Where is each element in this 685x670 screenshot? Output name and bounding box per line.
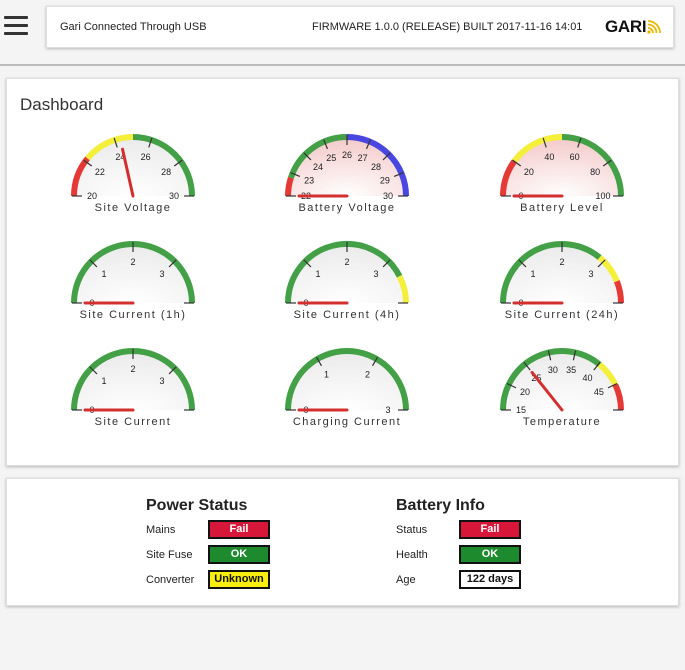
gauge-tick-label: 60	[570, 152, 580, 162]
battery-status-label: Status	[396, 524, 428, 536]
gauge-tick-label: 1	[324, 369, 329, 379]
gauge-tick-label: 30	[548, 365, 558, 375]
gauge-label: Temperature	[522, 416, 602, 428]
gauge-tick-label: 80	[590, 167, 600, 177]
gauge-tick-label: 26	[141, 152, 151, 162]
gauge-label: Battery Level	[520, 202, 604, 214]
gauge-tick-label: 27	[358, 153, 368, 163]
gauge-site-current: 0123 Site Current	[58, 338, 208, 433]
gauge-charging-current: 0123 Charging Current	[272, 338, 422, 433]
gauge-label: Battery Voltage	[298, 202, 396, 214]
gauge-tick-label: 1	[102, 269, 107, 279]
gauge-tick-label: 20	[87, 191, 97, 201]
gauge-dial: 0123	[500, 241, 624, 308]
dashboard-title: Dashboard	[20, 95, 104, 114]
gauge-label: Site Current (24h)	[504, 309, 620, 321]
gauge-dial: 020406080100	[500, 134, 624, 201]
gauge-dial: 202224 262830	[71, 134, 195, 201]
gauge-site-current-1h: 0123 Site Current (1h)	[58, 231, 208, 326]
battery-age-label: Age	[396, 574, 416, 586]
gauge-face	[285, 348, 409, 410]
gauge-tick-label: 35	[566, 365, 576, 375]
gauge-tick-label: 100	[595, 191, 610, 201]
gauge-label: Site Current (1h)	[79, 309, 187, 321]
mains-label: Mains	[146, 524, 176, 536]
gauge-tick-label: 22	[95, 167, 105, 177]
gauge-tick-label: 26	[342, 150, 352, 160]
gauge-dial: 0123	[285, 348, 409, 415]
gauge-tick-label: 23	[304, 175, 314, 185]
wireless-signal-icon	[647, 20, 662, 34]
gauge-tick-label: 15	[516, 405, 526, 415]
dashboard-panel: Dashboard 202224262830 Site Voltage 2223…	[6, 78, 679, 466]
gauge-site-current-4h: 0123 Site Current (4h)	[272, 231, 422, 326]
header-divider	[0, 64, 685, 66]
gauge-dial: 0123	[71, 241, 195, 308]
connection-status: Gari Connected Through USB	[60, 21, 207, 33]
gauge-battery-voltage: 222324252627282930 Battery Voltage	[272, 124, 422, 219]
converter-status-badge: Unknown	[208, 570, 270, 589]
gauge-tick-label: 30	[383, 191, 393, 201]
gauge-tick-label: 2	[130, 257, 135, 267]
gauge-label: Charging Current	[292, 416, 402, 428]
gauge-dial: 0123	[71, 348, 195, 415]
gauge-tick-label: 1	[102, 376, 107, 386]
gauge-tick-label: 3	[373, 269, 378, 279]
gauge-face	[500, 348, 624, 410]
gauge-label: Site Current (4h)	[293, 309, 401, 321]
gauge-dial: 0123	[285, 241, 409, 308]
gauge-label: Site Current	[94, 416, 172, 428]
header-bar: Gari Connected Through USB FIRMWARE 1.0.…	[46, 6, 674, 48]
power-status-title: Power Status	[146, 497, 248, 514]
battery-health-badge: OK	[459, 545, 521, 564]
gauge-tick-label: 25	[326, 153, 336, 163]
gauge-tick-label: 1	[531, 269, 536, 279]
gauge-tick-label: 40	[583, 373, 593, 383]
gauge-tick-label: 2	[365, 369, 370, 379]
gauge-tick-label: 28	[371, 162, 381, 172]
battery-info-title: Battery Info	[396, 497, 485, 514]
gauge-tick-label: 3	[159, 269, 164, 279]
gauge-tick-label: 3	[588, 269, 593, 279]
gauge-tick-label: 2	[344, 257, 349, 267]
gauge-dial: 222324252627282930	[285, 134, 409, 201]
gauge-tick-label: 29	[380, 175, 390, 185]
battery-health-label: Health	[396, 549, 428, 561]
gauge-temperature: 15202530354045 Temperature	[487, 338, 637, 433]
gauge-tick-label: 3	[159, 376, 164, 386]
site-fuse-status-badge: OK	[208, 545, 270, 564]
gauge-tick-label: 20	[520, 387, 530, 397]
gauge-site-voltage: 20 22 24 26 28 30 Site Voltage	[58, 124, 208, 219]
gauge-tick-label: 3	[385, 405, 390, 415]
gari-logo: GARI	[605, 16, 662, 38]
gauge-tick-label: 1	[316, 269, 321, 279]
gauge-label: Site Voltage	[94, 202, 172, 214]
gauge-tick-label: 20	[524, 167, 534, 177]
converter-label: Converter	[146, 574, 195, 586]
gauge-tick-label: 40	[544, 152, 554, 162]
gauge-band	[285, 176, 294, 197]
gauge-tick-label: 2	[130, 364, 135, 374]
site-fuse-label: Site Fuse	[146, 549, 193, 561]
gauge-tick-label: 45	[594, 387, 604, 397]
mains-status-badge: Fail	[208, 520, 270, 539]
gauge-dial: 15202530354045	[500, 348, 624, 415]
menu-icon[interactable]	[2, 12, 30, 40]
battery-age-value: 122 days	[459, 570, 521, 589]
gauge-tick-label: 30	[169, 191, 179, 201]
gauge-tick-label: 24	[313, 162, 323, 172]
status-panel: Power Status Mains Fail Site Fuse OK Con…	[6, 478, 679, 606]
battery-status-badge: Fail	[459, 520, 521, 539]
gauge-tick-label: 2	[559, 257, 564, 267]
gauge-battery-level: 020406080100 Battery Level	[487, 124, 637, 219]
gauge-tick-label: 28	[161, 167, 171, 177]
gauge-site-current-24h: 0123 Site Current (24h)	[487, 231, 637, 326]
logo-text: GARI	[605, 17, 647, 36]
firmware-info: FIRMWARE 1.0.0 (RELEASE) BUILT 2017-11-1…	[312, 21, 583, 33]
